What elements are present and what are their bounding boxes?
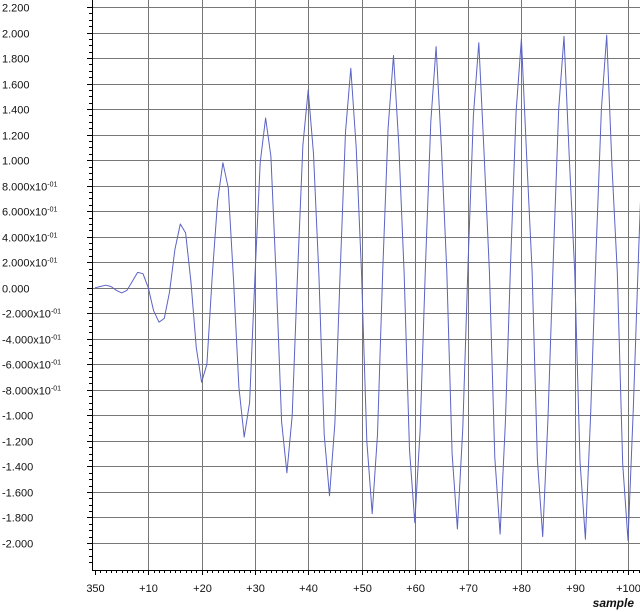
x-tick-label: +40 [299, 583, 318, 595]
x-tick-label: 350 [86, 583, 104, 595]
y-tick-label-base: 1.000 [2, 156, 30, 168]
y-tick-label: -1.800 [2, 513, 33, 525]
y-tick-label: -4.000x10-01 [2, 335, 61, 347]
y-tick-label: -1.400 [2, 462, 33, 474]
y-tick-label-base: 2.000x10 [2, 258, 47, 270]
y-tick-label: 2.200 [2, 3, 30, 15]
y-tick-label-base: -6.000x10 [2, 360, 51, 372]
y-tick-label-base: -1.400 [2, 462, 33, 474]
plot-area [92, 0, 640, 570]
x-tick-labels: 350 +10 +20 +30 +40 +50 +60 +70 +80 +90 +100 [86, 583, 640, 595]
y-tick-label-base: 1.400 [2, 105, 30, 117]
x-tick-label: +70 [459, 583, 478, 595]
y-tick-label: -1.000 [2, 411, 33, 423]
y-tick-label: -1.200 [2, 437, 33, 449]
y-tick-label: -2.000x10-01 [2, 309, 61, 321]
y-tick-label: 6.000x10-01 [2, 207, 57, 219]
y-tick-label-exponent: -01 [47, 258, 57, 265]
y-tick-label-base: 0.000 [2, 284, 30, 296]
y-tick-label: 8.000x10-01 [2, 182, 57, 194]
y-tick-label-base: -8.000x10 [2, 386, 51, 398]
y-tick-label: -2.000 [2, 539, 33, 551]
x-tick-label: +20 [193, 583, 212, 595]
y-tick-label: -1.600 [2, 488, 33, 500]
y-tick-label: 1.000 [2, 156, 30, 168]
x-tick-label: +80 [512, 583, 531, 595]
x-tick-label: +30 [246, 583, 265, 595]
x-tick-label: +90 [566, 583, 585, 595]
y-tick-label-base: 2.000 [2, 29, 30, 41]
y-tick-label-base: -1.600 [2, 488, 33, 500]
y-tick-label-exponent: -01 [47, 182, 57, 189]
y-tick-labels: 2.200 2.000 1.800 1.600 1.400 1.200 1.000 8.000… [2, 3, 61, 551]
y-tick-label: 1.400 [2, 105, 30, 117]
y-tick-label-base: -1.800 [2, 513, 33, 525]
x-tick-label: +60 [406, 583, 425, 595]
y-tick-label: 4.000x10-01 [2, 233, 57, 245]
y-tick-label-exponent: -01 [47, 233, 57, 240]
y-tick-label: 1.800 [2, 54, 30, 66]
y-tick-label: -8.000x10-01 [2, 386, 61, 398]
y-tick-label-base: -4.000x10 [2, 335, 51, 347]
y-tick-label: 2.000x10-01 [2, 258, 57, 270]
y-tick-label-exponent: -01 [51, 386, 61, 393]
x-tick-label: +100 [616, 583, 640, 595]
line-chart: 2.200 2.000 1.800 1.600 1.400 1.200 1.000 8.000… [2, 0, 640, 610]
y-tick-label-base: -2.000x10 [2, 309, 51, 321]
y-tick-label: 2.000 [2, 29, 30, 41]
y-tick-label-base: 1.200 [2, 131, 30, 143]
y-tick-label-base: 1.800 [2, 54, 30, 66]
y-tick-label: -6.000x10-01 [2, 360, 61, 372]
y-tick-label: 0.000 [2, 284, 30, 296]
y-tick-label-base: 2.200 [2, 3, 30, 15]
y-tick-label-exponent: -01 [51, 360, 61, 367]
y-tick-label-base: 1.600 [2, 80, 30, 92]
x-tick-label: +10 [139, 583, 158, 595]
y-tick-label-exponent: -01 [47, 207, 57, 214]
x-tick-label: +50 [353, 583, 372, 595]
y-tick-label-base: 4.000x10 [2, 233, 47, 245]
x-axis-title: sample [593, 596, 635, 610]
y-tick-label-base: -1.000 [2, 411, 33, 423]
y-tick-label-base: 8.000x10 [2, 182, 47, 194]
y-tick-label-base: 6.000x10 [2, 207, 47, 219]
y-tick-label: 1.600 [2, 80, 30, 92]
y-tick-label-exponent: -01 [51, 335, 61, 342]
y-tick-label: 1.200 [2, 131, 30, 143]
y-tick-label-exponent: -01 [51, 309, 61, 316]
y-tick-label-base: -2.000 [2, 539, 33, 551]
y-tick-label-base: -1.200 [2, 437, 33, 449]
